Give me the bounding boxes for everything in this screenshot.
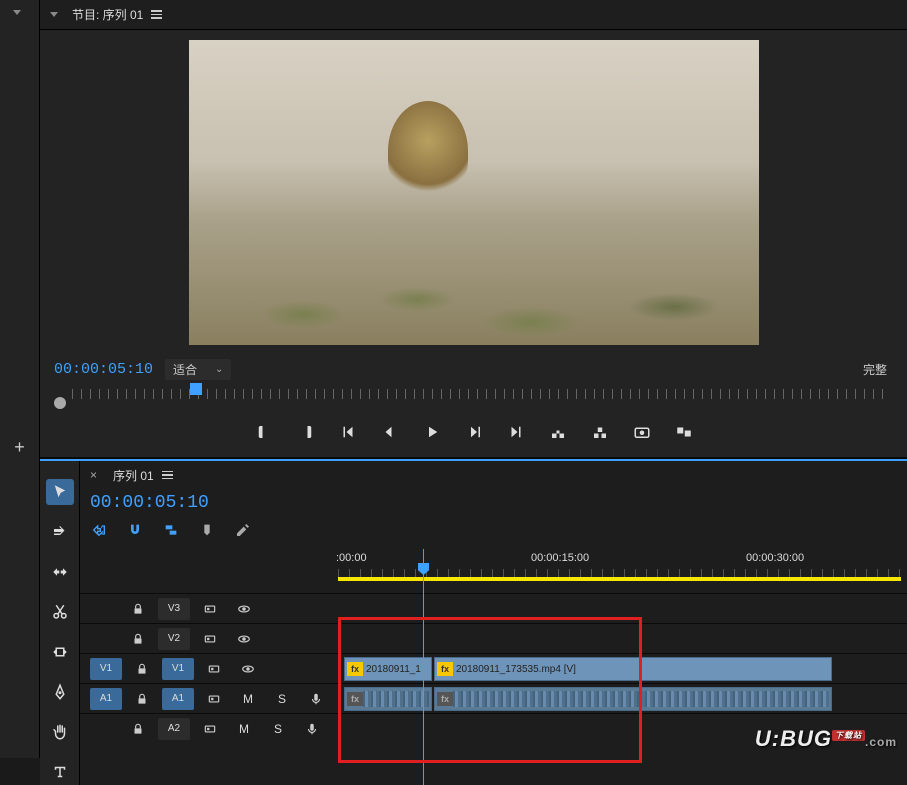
play-button[interactable] [421,421,443,443]
zoom-fit-select[interactable]: 适合 ⌄ [165,359,231,380]
solo-button[interactable]: S [264,718,292,740]
insert-snap-button[interactable] [90,521,108,539]
track-label[interactable]: V2 [158,628,190,650]
step-forward-button[interactable] [463,421,485,443]
program-tab[interactable]: 节目: 序列 01 [64,6,170,23]
track-header-v2: V2 [80,623,338,653]
sequence-tab-title: 序列 01 [113,467,154,484]
clip-label: 20180911_173535.mp4 [V] [456,664,576,675]
video-clip[interactable]: fx 20180911_173535.mp4 [V] [434,657,832,681]
track-label[interactable]: A1 [162,688,194,710]
panel-options-icon[interactable] [151,10,162,19]
mark-in-button[interactable] [253,421,275,443]
close-tab-button[interactable]: × [90,468,97,482]
fx-badge-icon: fx [437,692,453,706]
program-preview-image [189,40,759,345]
timeline-timecode[interactable]: 00:00:05:10 [90,493,209,513]
track-select-tool-button[interactable] [46,519,74,545]
selection-tool-button[interactable] [46,479,74,505]
ripple-edit-tool-button[interactable] [46,559,74,585]
track-header-a1: A1 A1 M S [80,683,338,713]
track-header-v3: V3 [80,593,338,623]
clip-label: 20180911_1 [366,664,421,675]
resolution-label[interactable]: 完整 [863,361,887,378]
step-back-button[interactable] [379,421,401,443]
lock-track-button[interactable] [128,658,156,680]
program-timecode[interactable]: 00:00:05:10 [54,361,153,378]
track-label[interactable]: V1 [162,658,194,680]
lock-track-button[interactable] [124,718,152,740]
solo-button[interactable]: S [268,688,296,710]
mute-button[interactable]: M [230,718,258,740]
toggle-track-output-button[interactable] [230,598,258,620]
track-header-v1: V1 V1 [80,653,338,683]
program-tab-title: 节目: 序列 01 [72,6,143,23]
sync-lock-button[interactable] [196,598,224,620]
source-patch-a1[interactable]: A1 [90,688,122,710]
audio-waveform [453,691,829,707]
transport-controls [40,411,907,457]
fx-badge-icon: fx [437,662,453,676]
lock-track-button[interactable] [124,628,152,650]
lift-button[interactable] [547,421,569,443]
timeline-settings-button[interactable] [234,521,252,539]
zoom-handle-icon[interactable] [54,397,66,409]
chevron-down-icon: ⌄ [215,364,223,375]
lock-track-button[interactable] [128,688,156,710]
sync-lock-button[interactable] [200,688,228,710]
mute-button[interactable]: M [234,688,262,710]
track-header-a2: A2 M S [80,713,338,743]
panel-options-icon[interactable] [162,471,173,480]
ruler-marker: 00:00:30:00 [746,552,804,564]
mark-out-button[interactable] [295,421,317,443]
toggle-track-output-button[interactable] [230,628,258,650]
audio-waveform [363,691,429,707]
export-frame-button[interactable] [631,421,653,443]
toggle-track-output-button[interactable] [234,658,262,680]
watermark: U:BUG下载站.com [755,726,897,752]
panel-dropdown-icon[interactable] [13,10,21,15]
go-in-button[interactable] [337,421,359,443]
ruler-marker: 00:00:15:00 [531,552,589,564]
panel-menu-icon[interactable] [50,12,58,17]
voiceover-button[interactable] [298,718,326,740]
program-playhead-icon[interactable] [190,383,202,395]
lock-track-button[interactable] [124,598,152,620]
magnet-snap-button[interactable] [126,521,144,539]
go-out-button[interactable] [505,421,527,443]
program-monitor-panel: 节目: 序列 01 00:00:05:10 适合 ⌄ 完整 [40,0,907,459]
fx-badge-icon: fx [347,662,363,676]
zoom-fit-label: 适合 [173,361,197,378]
sync-lock-button[interactable] [200,658,228,680]
razor-tool-button[interactable] [46,599,74,625]
sync-lock-button[interactable] [196,718,224,740]
add-panel-button[interactable]: + [14,437,25,458]
video-clip[interactable]: fx 20180911_1 [344,657,432,681]
voiceover-button[interactable] [302,688,330,710]
audio-clip[interactable]: fx [434,687,832,711]
program-mini-ruler[interactable] [40,383,907,411]
track-label[interactable]: A2 [158,718,190,740]
timeline-playhead[interactable] [423,549,424,785]
comparison-button[interactable] [673,421,695,443]
type-tool-button[interactable] [46,759,74,785]
linked-selection-button[interactable] [162,521,180,539]
audio-clip[interactable]: fx [344,687,432,711]
slip-tool-button[interactable] [46,639,74,665]
ruler-marker: :00:00 [336,552,367,564]
sequence-tab[interactable]: 序列 01 [105,467,181,484]
timeline-tool-sidebar [40,461,80,785]
sync-lock-button[interactable] [196,628,224,650]
fx-badge-icon: fx [347,692,363,706]
track-headers: V3 V2 V1 V1 [80,549,338,785]
source-patch-v1[interactable]: V1 [90,658,122,680]
hand-tool-button[interactable] [46,719,74,745]
pen-tool-button[interactable] [46,679,74,705]
extract-button[interactable] [589,421,611,443]
track-label[interactable]: V3 [158,598,190,620]
add-marker-button[interactable] [198,521,216,539]
